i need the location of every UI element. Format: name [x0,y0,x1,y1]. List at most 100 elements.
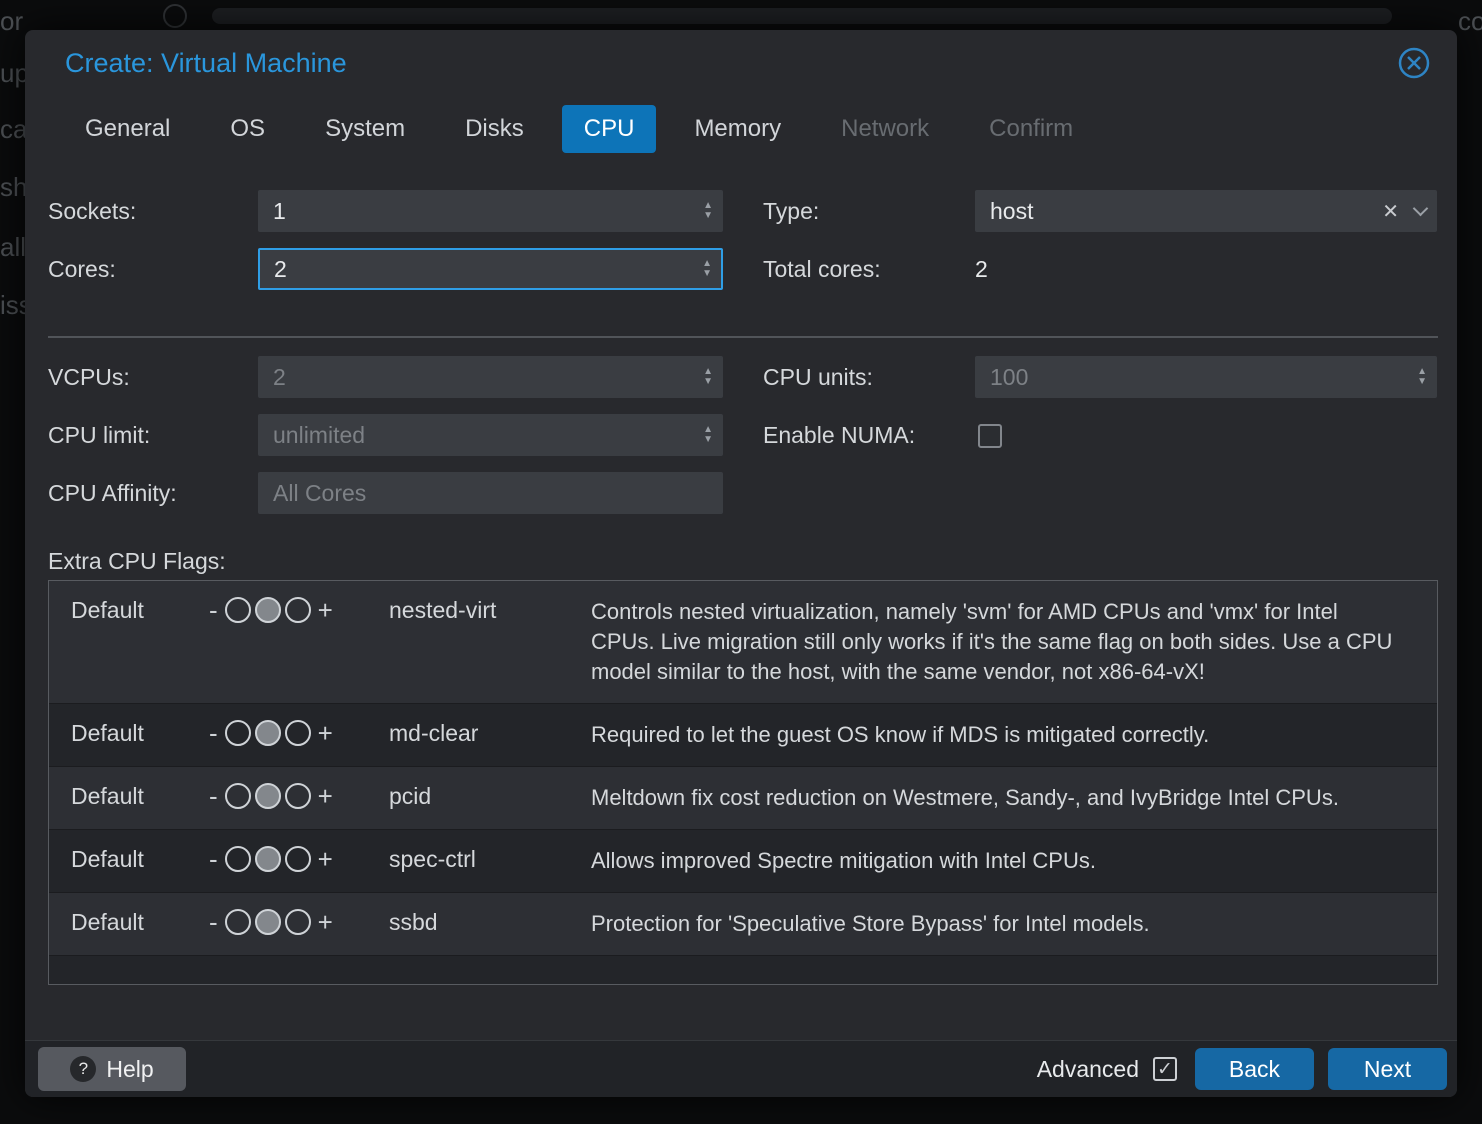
toggle-off-circle[interactable] [225,720,251,746]
check-icon: ✓ [1157,1058,1173,1081]
cpu-affinity-label: CPU Affinity: [48,472,177,514]
flag-name: spec-ctrl [389,846,591,873]
cpu-affinity-field: All Cores [258,472,723,514]
toggle-plus-icon[interactable]: + [315,720,336,746]
toggle-plus-icon[interactable]: + [315,783,336,809]
dialog-title: Create: Virtual Machine [65,48,347,79]
toggle-minus-icon[interactable]: - [206,720,221,746]
tab-cpu[interactable]: CPU [562,105,657,153]
total-cores-value: 2 [975,248,988,290]
toggle-off-circle[interactable] [225,597,251,623]
flag-name: pcid [389,783,591,810]
flag-toggle[interactable]: - + [186,909,389,935]
flag-toggle[interactable]: - + [186,720,389,746]
flag-state: Default [49,597,186,624]
advanced-checkbox[interactable]: ✓ [1153,1057,1177,1081]
section-divider [48,336,1438,338]
clear-icon[interactable]: ✕ [1382,199,1399,224]
flag-name: nested-virt [389,597,591,624]
sockets-field[interactable]: 1 ▲▼ [258,190,723,232]
help-button[interactable]: ? Help [38,1047,186,1091]
backdrop-text-fragment: co [1458,6,1482,37]
enable-numa-label: Enable NUMA: [763,414,915,456]
toggle-off-circle[interactable] [225,909,251,935]
vcpus-field: 2 ▲▼ [258,356,723,398]
table-row: Default - + spec-ctrl Allows improved Sp… [49,830,1437,893]
toggle-off-circle[interactable] [225,846,251,872]
spinner-icon[interactable]: ▲▼ [703,201,713,221]
type-label: Type: [763,190,819,232]
cpu-flags-table: Default - + nested-virt Controls nested … [48,580,1438,985]
tab-os[interactable]: OS [208,105,287,153]
toggle-on-circle[interactable] [285,846,311,872]
toggle-off-circle[interactable] [225,783,251,809]
backdrop-text-fragment: sh [0,172,27,203]
toggle-default-circle[interactable] [255,720,281,746]
extra-cpu-flags-label: Extra CPU Flags: [48,548,226,575]
vcpus-label: VCPUs: [48,356,130,398]
flag-name: ssbd [389,909,591,936]
flag-toggle[interactable]: - + [186,846,389,872]
table-row: Default - + nested-virt Controls nested … [49,581,1437,704]
toggle-plus-icon[interactable]: + [315,846,336,872]
flag-state: Default [49,909,186,936]
cpu-units-label: CPU units: [763,356,873,398]
close-icon[interactable] [1397,46,1431,80]
spinner-icon: ▲▼ [703,367,713,387]
tab-memory[interactable]: Memory [672,105,803,153]
flag-name: md-clear [389,720,591,747]
dialog-header: Create: Virtual Machine [25,30,1457,100]
flag-toggle[interactable]: - + [186,597,389,623]
tab-confirm: Confirm [967,105,1095,153]
total-cores-label: Total cores: [763,248,881,290]
toggle-plus-icon[interactable]: + [315,909,336,935]
flag-description: Controls nested virtualization, namely '… [591,597,1437,687]
spinner-icon[interactable]: ▲▼ [702,259,712,279]
back-button[interactable]: Back [1195,1048,1314,1090]
flag-description: Meltdown fix cost reduction on Westmere,… [591,783,1437,813]
type-combo[interactable]: host ✕ [975,190,1437,232]
sockets-label: Sockets: [48,190,136,232]
flag-state: Default [49,783,186,810]
toggle-default-circle[interactable] [255,846,281,872]
toggle-minus-icon[interactable]: - [206,597,221,623]
table-row: Default - + md-clear Required to let the… [49,704,1437,767]
advanced-label: Advanced [1037,1056,1139,1083]
toggle-minus-icon[interactable]: - [206,909,221,935]
toggle-plus-icon[interactable]: + [315,597,336,623]
cores-field[interactable]: 2 ▲▼ [258,248,723,290]
tab-general[interactable]: General [63,105,192,153]
toggle-minus-icon[interactable]: - [206,783,221,809]
toggle-default-circle[interactable] [255,783,281,809]
backdrop-text-fragment: ca [0,114,27,145]
toggle-on-circle[interactable] [285,720,311,746]
flag-state: Default [49,846,186,873]
dialog-tabs: General OS System Disks CPU Memory Netwo… [63,105,1095,153]
next-button[interactable]: Next [1328,1048,1447,1090]
backdrop-circle-icon [163,4,187,28]
flag-description: Required to let the guest OS know if MDS… [591,720,1437,750]
toggle-minus-icon[interactable]: - [206,846,221,872]
toggle-on-circle[interactable] [285,909,311,935]
toggle-default-circle[interactable] [255,597,281,623]
flag-toggle[interactable]: - + [186,783,389,809]
flag-description: Allows improved Spectre mitigation with … [591,846,1437,876]
tab-disks[interactable]: Disks [443,105,546,153]
enable-numa-checkbox[interactable] [978,424,1002,448]
flag-description: Protection for 'Speculative Store Bypass… [591,909,1437,939]
backdrop-text-fragment: all [0,232,26,263]
create-vm-dialog: Create: Virtual Machine General OS Syste… [25,30,1457,1097]
toggle-on-circle[interactable] [285,597,311,623]
toggle-default-circle[interactable] [255,909,281,935]
tab-system[interactable]: System [303,105,427,153]
backdrop-dim-row [212,8,1392,24]
spinner-icon: ▲▼ [703,425,713,445]
spinner-icon: ▲▼ [1417,367,1427,387]
flag-state: Default [49,720,186,747]
backdrop-text-fragment: or [0,6,23,37]
chevron-down-icon[interactable] [1413,201,1429,217]
tab-network: Network [819,105,951,153]
table-row: Default - + pcid Meltdown fix cost reduc… [49,767,1437,830]
toggle-on-circle[interactable] [285,783,311,809]
help-button-label: Help [106,1056,153,1083]
